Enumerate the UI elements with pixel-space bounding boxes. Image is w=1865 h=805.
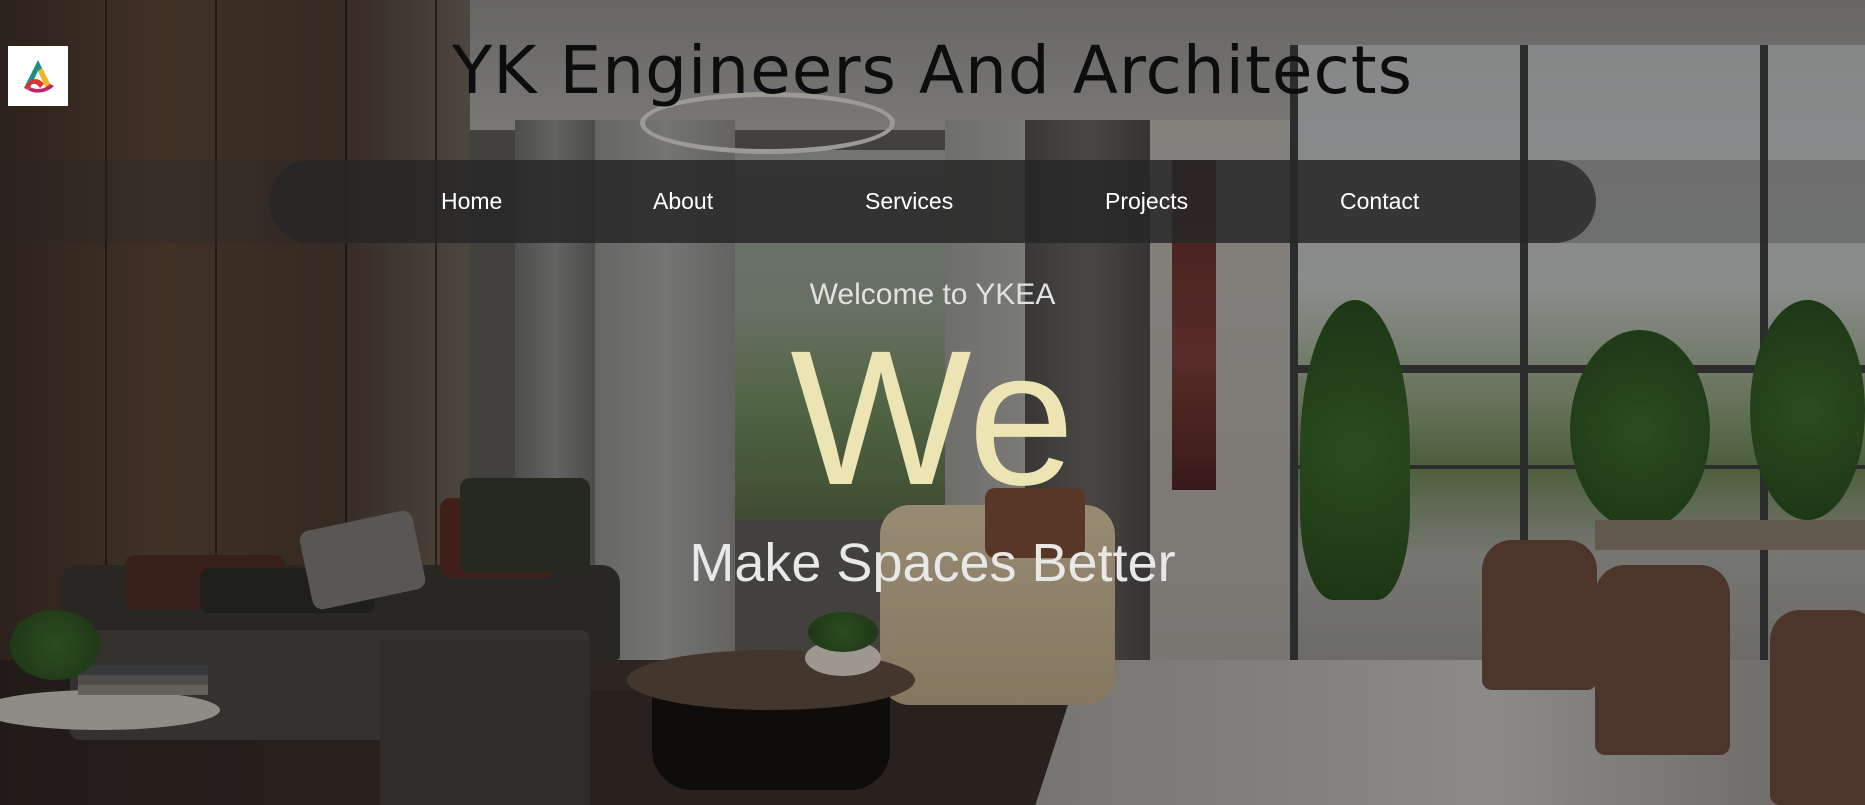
nav-contact-link[interactable]: Contact [1340,160,1419,243]
nav-about-link[interactable]: About [653,160,713,243]
site-title: YK Engineers And Architects [451,32,1414,109]
hero-headline: We [790,310,1075,525]
nav-services-link[interactable]: Services [865,160,953,243]
main-nav: Home About Services Projects Contact [269,160,1596,243]
nav-home-link[interactable]: Home [441,160,502,243]
welcome-text: Welcome to YKEA [809,278,1056,311]
nav-projects-link[interactable]: Projects [1105,160,1188,243]
hero-section: YK Engineers And Architects Home About S… [0,0,1865,805]
hero-tagline: Make Spaces Better [689,533,1176,593]
